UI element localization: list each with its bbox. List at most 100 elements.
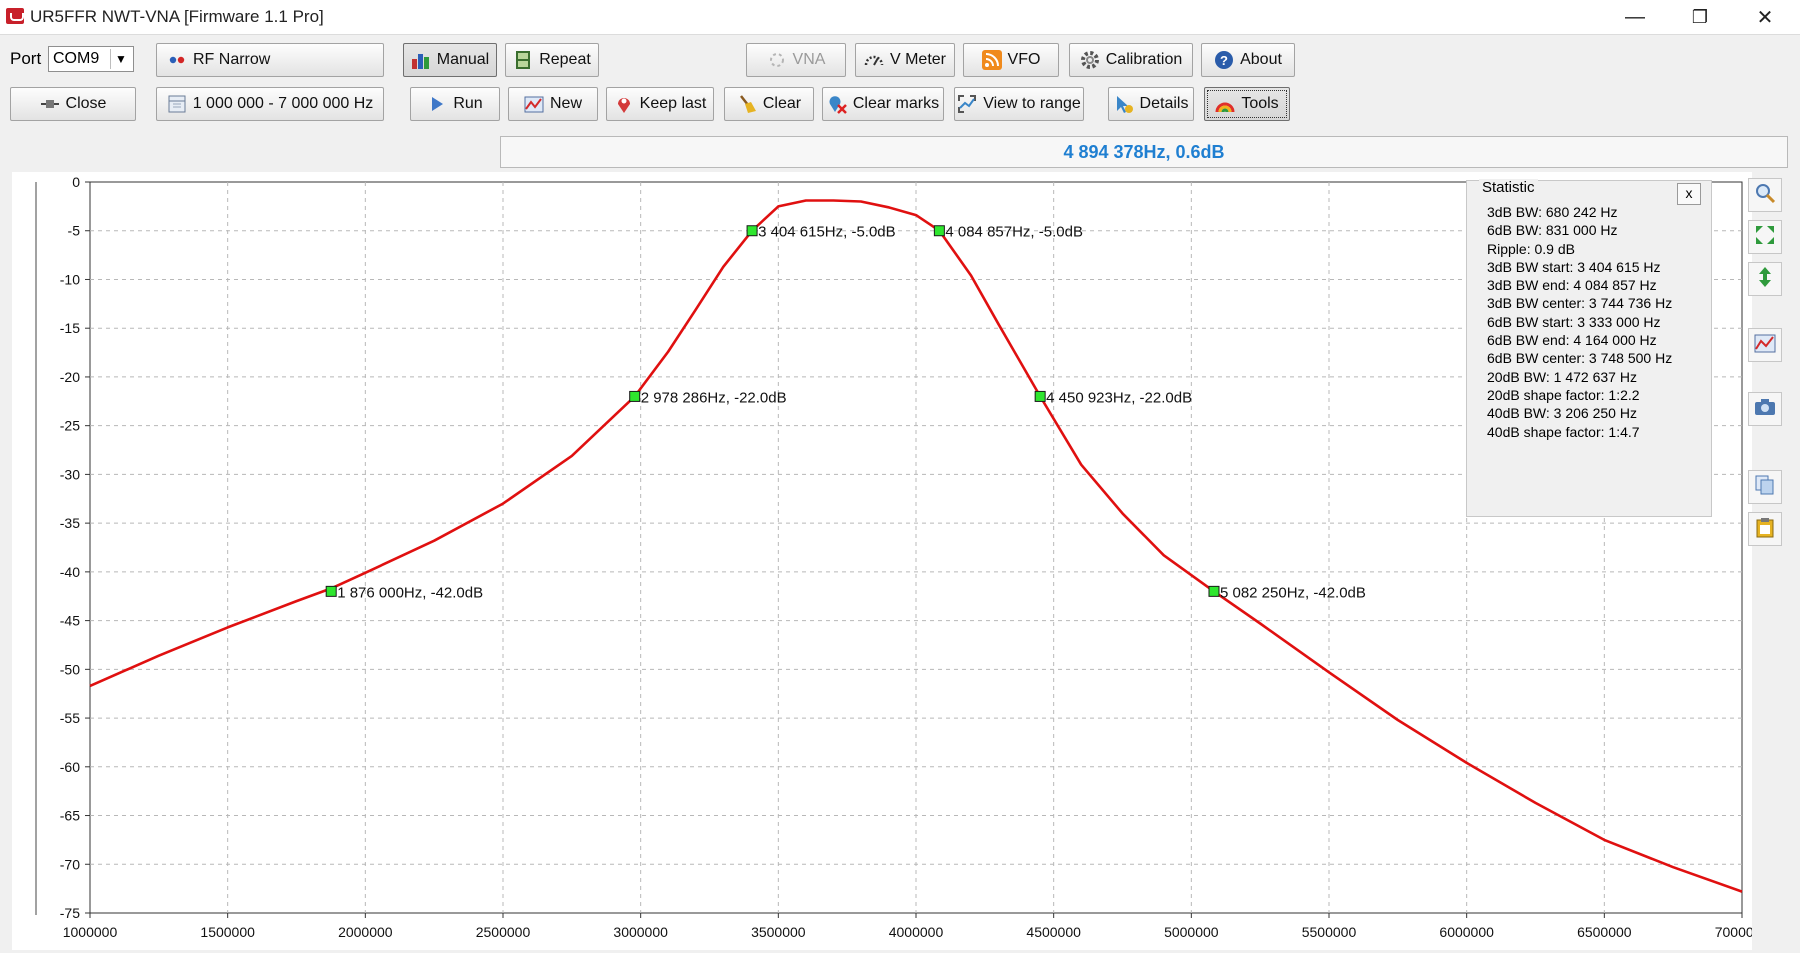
about-button[interactable]: ? About — [1201, 43, 1295, 77]
tools-button[interactable]: Tools — [1204, 87, 1290, 121]
run-label: Run — [453, 95, 483, 112]
cursor-readout: 4 894 378Hz, 0.6dB — [500, 136, 1788, 168]
details-label: Details — [1139, 95, 1189, 112]
paste-button[interactable] — [1748, 512, 1782, 546]
clear-button[interactable]: Clear — [724, 87, 814, 121]
y-tick-label: -25 — [60, 418, 80, 434]
statistic-line: 20dB shape factor: 1:2.2 — [1487, 386, 1640, 403]
repeat-label: Repeat — [539, 51, 591, 68]
title-bar: UR5FFR NWT-VNA [Firmware 1.1 Pro] — ❐ ✕ — [0, 0, 1800, 35]
keep-last-button[interactable]: Keep last — [606, 87, 714, 121]
y-tick-label: -50 — [60, 661, 80, 677]
view-to-range-button[interactable]: View to range — [954, 87, 1084, 121]
play-icon — [427, 94, 447, 114]
new-button[interactable]: New — [508, 87, 598, 121]
vmeter-button[interactable]: V Meter — [855, 43, 955, 77]
close-port-button[interactable]: Close — [10, 87, 136, 121]
app-logo-icon — [6, 8, 24, 24]
marker-label: 1 876 000Hz, -42.0dB — [337, 584, 483, 601]
graph-options-button[interactable] — [1748, 328, 1782, 362]
statistic-close-button[interactable]: x — [1677, 183, 1701, 205]
keep-last-label: Keep last — [639, 95, 707, 112]
port-select-value: COM9 — [53, 50, 100, 67]
clear-marks-button[interactable]: Clear marks — [822, 87, 944, 121]
map-pin-icon — [614, 94, 634, 114]
port-label: Port — [10, 49, 42, 68]
statistic-title: Statistic — [1479, 179, 1538, 196]
statistic-line: 40dB BW: 3 206 250 Hz — [1487, 405, 1637, 422]
marker-label: 4 084 857Hz, -5.0dB — [945, 224, 1083, 241]
tools-label: Tools — [1241, 95, 1279, 112]
clear-label: Clear — [762, 95, 802, 112]
film-icon — [513, 50, 533, 70]
y-tick-label: -65 — [60, 808, 80, 824]
vna-button[interactable]: VNA — [746, 43, 846, 77]
y-tick-label: -5 — [68, 223, 81, 239]
disconnect-icon — [40, 94, 60, 114]
remove-marker-icon — [827, 94, 847, 114]
calibration-button[interactable]: Calibration — [1069, 43, 1193, 77]
restore-button[interactable]: ❐ — [1670, 0, 1730, 34]
vfo-button[interactable]: VFO — [963, 43, 1059, 77]
x-tick-label: 6500000 — [1577, 924, 1632, 940]
x-tick-label: 5500000 — [1302, 924, 1357, 940]
statistic-line: 6dB BW: 831 000 Hz — [1487, 222, 1618, 239]
y-tick-label: -70 — [60, 856, 80, 872]
statistic-line: 6dB BW start: 3 333 000 Hz — [1487, 313, 1661, 330]
help-icon: ? — [1214, 50, 1234, 70]
y-tick-label: -45 — [60, 613, 80, 629]
clear-marks-label: Clear marks — [852, 95, 940, 112]
camera-icon — [1754, 396, 1776, 423]
statistic-panel: Statistic x 3dB BW: 680 242 Hz 6dB BW: 83… — [1466, 179, 1712, 517]
statistic-line: Ripple: 0.9 dB — [1487, 240, 1575, 257]
frequency-range-label: 1 000 000 - 7 000 000 Hz — [192, 95, 374, 112]
port-select[interactable]: COM9 ▼ — [48, 46, 134, 72]
copy-button[interactable] — [1748, 470, 1782, 504]
svg-text:?: ? — [1220, 53, 1228, 68]
clipboard-icon — [1754, 516, 1776, 543]
rf-mode-button[interactable]: RF Narrow — [156, 43, 384, 77]
statistic-line: 20dB BW: 1 472 637 Hz — [1487, 368, 1637, 385]
y-tick-label: -35 — [60, 515, 80, 531]
vna-label: VNA — [792, 51, 826, 68]
vertical-arrows-icon — [1754, 266, 1776, 293]
x-tick-label: 7000000 — [1715, 924, 1752, 940]
rf-mode-label: RF Narrow — [193, 51, 271, 68]
copy-icon — [1754, 474, 1776, 501]
y-tick-label: -60 — [60, 759, 80, 775]
run-button[interactable]: Run — [410, 87, 500, 121]
y-tick-label: 0 — [72, 174, 80, 190]
marker-point — [1208, 585, 1220, 597]
zoom-range-icon — [957, 94, 977, 114]
repeat-button[interactable]: Repeat — [505, 43, 599, 77]
rss-icon — [981, 50, 1002, 70]
marker-label: 2 978 286Hz, -22.0dB — [641, 389, 787, 406]
rf-dots-icon — [169, 50, 187, 70]
close-window-button[interactable]: ✕ — [1735, 0, 1795, 34]
x-tick-label: 2500000 — [476, 924, 531, 940]
statistic-line: 6dB BW center: 3 748 500 Hz — [1487, 350, 1673, 367]
fit-all-button[interactable] — [1748, 220, 1782, 254]
close-port-label: Close — [65, 95, 107, 112]
side-toolbar — [1748, 178, 1788, 578]
statistic-line: 3dB BW center: 3 744 736 Hz — [1487, 295, 1673, 312]
minimize-button[interactable]: — — [1605, 0, 1665, 34]
x-tick-label: 4500000 — [1026, 924, 1081, 940]
magnifier-icon — [1754, 182, 1776, 209]
new-label: New — [549, 95, 582, 112]
zoom-button[interactable] — [1748, 178, 1782, 212]
fit-vertical-button[interactable] — [1748, 262, 1782, 296]
x-tick-label: 6000000 — [1439, 924, 1494, 940]
window-title: UR5FFR NWT-VNA [Firmware 1.1 Pro] — [30, 7, 324, 26]
manual-button[interactable]: Manual — [403, 43, 497, 77]
y-tick-label: -40 — [60, 564, 80, 580]
y-tick-label: -75 — [60, 905, 80, 921]
marker-label: 3 404 615Hz, -5.0dB — [758, 224, 896, 241]
marker-label: 4 450 923Hz, -22.0dB — [1046, 389, 1192, 406]
screenshot-button[interactable] — [1748, 392, 1782, 426]
vna-icon — [767, 50, 787, 70]
frequency-range-button[interactable]: 1 000 000 - 7 000 000 Hz — [156, 87, 384, 121]
view-to-range-label: View to range — [983, 95, 1081, 112]
details-button[interactable]: Details — [1108, 87, 1194, 121]
marker-label: 5 082 250Hz, -42.0dB — [1220, 584, 1366, 601]
